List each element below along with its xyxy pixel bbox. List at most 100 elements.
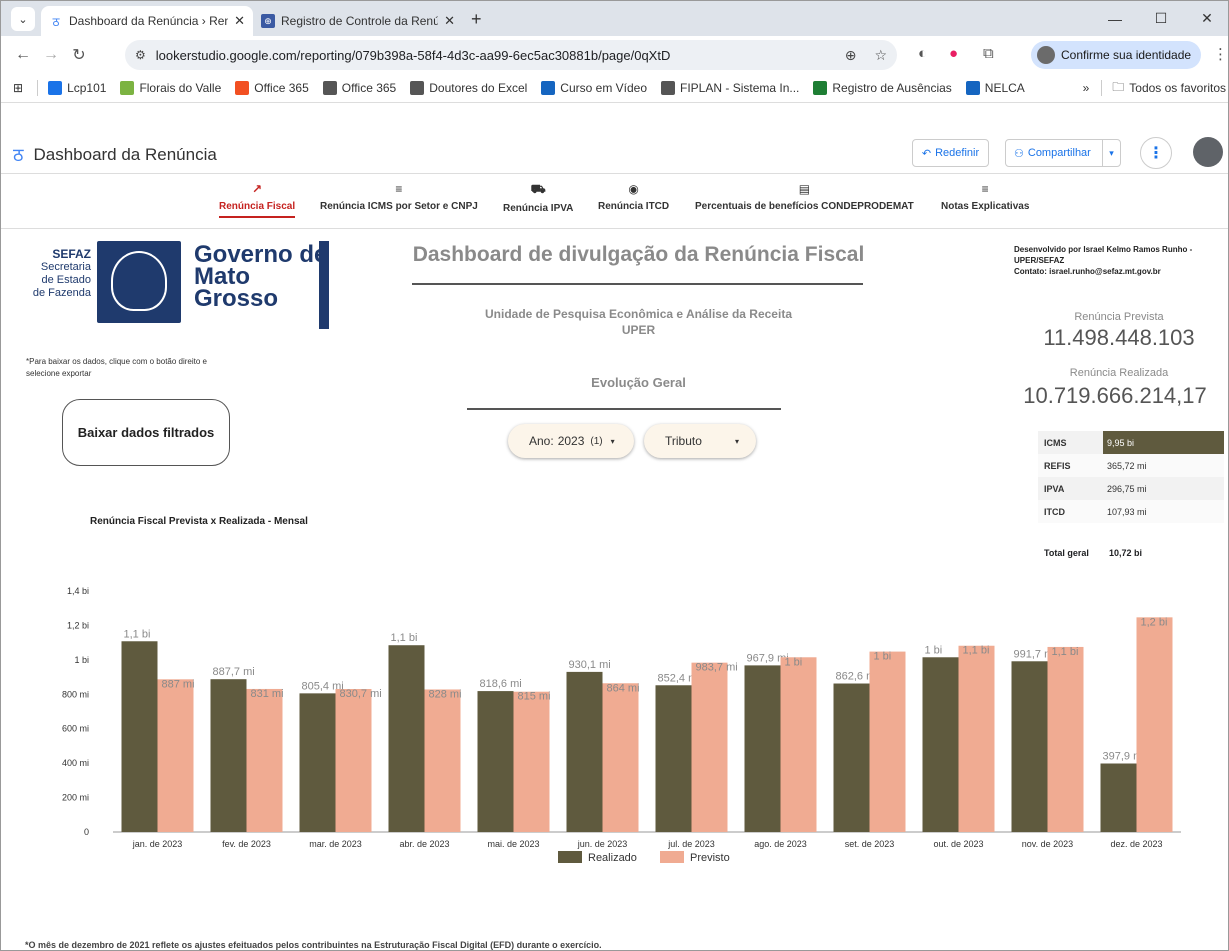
bookmark-icon bbox=[235, 81, 250, 95]
data-label: 887,7 mi bbox=[213, 666, 255, 678]
page-tab-0[interactable]: ↗ Renúncia Fiscal bbox=[219, 182, 296, 218]
zoom-icon[interactable]: ⊕ bbox=[845, 47, 857, 64]
site-info-icon[interactable]: ⚙ bbox=[135, 48, 146, 62]
data-label: 864 mi bbox=[607, 682, 640, 694]
extensions-puzzle-icon[interactable]: ⧉ bbox=[983, 45, 994, 62]
bookmarks-more[interactable]: » bbox=[1083, 81, 1090, 95]
browser-tab-registro[interactable]: ⊕ Registro de Controle da Renúnc ✕ bbox=[253, 6, 463, 36]
data-label: 1,1 bi bbox=[124, 628, 151, 640]
sefaz-line: de Estado bbox=[41, 274, 91, 286]
new-tab-button[interactable]: + bbox=[471, 9, 482, 30]
bookmark-icon bbox=[813, 81, 828, 95]
kpi-realizada-label: Renúncia Realizada bbox=[1069, 367, 1169, 379]
profile-avatar bbox=[1037, 46, 1055, 64]
browser-menu-icon[interactable]: ⋮ bbox=[1213, 45, 1228, 63]
chart-title: Renúncia Fiscal Prevista x Realizada - M… bbox=[90, 516, 308, 527]
tab-search-button[interactable]: ⌄ bbox=[11, 7, 35, 31]
extension-pink-icon[interactable]: ● bbox=[949, 45, 958, 62]
bookmark-item[interactable]: Registro de Ausências bbox=[813, 81, 952, 95]
share-dropdown-icon[interactable]: ▾ bbox=[1102, 140, 1120, 166]
back-arrow-icon[interactable]: ← bbox=[9, 46, 37, 64]
reload-icon[interactable]: ↻ bbox=[65, 45, 93, 65]
page-tab-4[interactable]: ▤ Percentuais de benefícios CONDEPRODEMAT bbox=[695, 182, 914, 212]
all-favorites[interactable]: Todos os favoritos bbox=[1129, 81, 1226, 95]
page-tab-1[interactable]: ≡ Renúncia ICMS por Setor e CNPJ bbox=[320, 182, 478, 212]
close-window-icon[interactable]: ✕ bbox=[1184, 10, 1228, 27]
x-tick-label: mar. de 2023 bbox=[309, 839, 362, 849]
bar-previsto bbox=[869, 651, 906, 832]
bookmark-item[interactable]: NELCA bbox=[965, 81, 1025, 95]
sefaz-logo-text: SEFAZ Secretaria de Estado de Fazenda bbox=[1, 248, 91, 300]
maximize-icon[interactable]: ☐ bbox=[1138, 10, 1184, 27]
developer-credit: Desenvolvido por Israel Kelmo Ramos Runh… bbox=[1014, 244, 1226, 277]
identity-button[interactable]: Confirme sua identidade bbox=[1031, 41, 1201, 69]
sefaz-line: de Fazenda bbox=[32, 287, 91, 299]
developer-line: Desenvolvido por Israel Kelmo Ramos Runh… bbox=[1014, 245, 1193, 265]
report-title: ठ Dashboard da Renúncia bbox=[13, 143, 217, 167]
apps-grid-icon[interactable]: ⊞ bbox=[13, 81, 23, 95]
minimize-icon[interactable]: — bbox=[1092, 11, 1138, 27]
download-data-button[interactable]: Baixar dados filtrados bbox=[62, 399, 230, 466]
bookmark-label: Doutores do Excel bbox=[429, 81, 528, 95]
bar-realizado bbox=[210, 679, 247, 832]
page-tab-3[interactable]: ◉ Renúncia ITCD bbox=[598, 182, 669, 212]
browser-tab-dashboard[interactable]: ठ Dashboard da Renúncia › Renún ✕ bbox=[41, 6, 253, 36]
bookmark-item[interactable]: Curso em Vídeo bbox=[541, 81, 647, 95]
bookmark-label: Office 365 bbox=[341, 81, 397, 95]
tax-table: ICMS 9,95 bi REFIS 365,72 mi IPVA 296,75 mi IT… bbox=[1038, 431, 1224, 523]
bar-realizado bbox=[922, 657, 959, 832]
bookmark-label: Curso em Vídeo bbox=[560, 81, 648, 95]
bar-realizado bbox=[1100, 763, 1137, 832]
bar-previsto bbox=[1136, 617, 1173, 832]
bookmark-item[interactable]: Florais do Valle bbox=[120, 81, 221, 95]
y-tick-label: 0 bbox=[84, 827, 89, 837]
account-avatar[interactable] bbox=[1193, 137, 1223, 167]
bookmark-star-icon[interactable]: ☆ bbox=[874, 47, 887, 64]
forward-arrow-icon[interactable]: → bbox=[37, 46, 65, 64]
caret-down-icon: ▾ bbox=[610, 436, 615, 446]
window-controls: — ☐ ✕ bbox=[1092, 1, 1228, 36]
close-tab-icon[interactable]: ✕ bbox=[444, 13, 455, 29]
kpi-prevista-value: 11.498.448.103 bbox=[1043, 325, 1195, 350]
looker-favicon-icon: ठ bbox=[52, 14, 60, 29]
data-label: 828 mi bbox=[429, 688, 462, 700]
data-label: 831 mi bbox=[251, 688, 284, 700]
bar-previsto bbox=[513, 691, 550, 832]
data-label: 1,2 bi bbox=[1141, 616, 1168, 628]
x-tick-label: ago. de 2023 bbox=[754, 839, 807, 849]
year-filter-value: 2023 bbox=[557, 434, 585, 448]
bar-previsto bbox=[1047, 646, 1084, 832]
truck-icon: ⛟ bbox=[530, 182, 546, 196]
data-label: 1 bi bbox=[925, 644, 943, 656]
page-tab-label: Renúncia ICMS por Setor e CNPJ bbox=[320, 201, 478, 212]
bar-realizado bbox=[566, 671, 603, 832]
bookmark-icon bbox=[322, 81, 337, 95]
close-tab-icon[interactable]: ✕ bbox=[234, 13, 245, 29]
bar-previsto bbox=[780, 657, 817, 832]
bar-realizado bbox=[121, 641, 158, 832]
bookmark-item[interactable]: Office 365 bbox=[322, 81, 397, 95]
page-tab-5[interactable]: ≡ Notas Explicativas bbox=[941, 182, 1029, 212]
report-canvas: SEFAZ Secretaria de Estado de Fazenda Go… bbox=[1, 229, 1228, 950]
tax-filter-control[interactable]: Tributo ▾ bbox=[644, 424, 756, 458]
share-button[interactable]: ⚇ Compartilhar ▾ bbox=[1005, 139, 1121, 167]
address-bar[interactable]: ⚙ lookerstudio.google.com/reporting/079b… bbox=[125, 40, 897, 70]
reset-button[interactable]: ↶ Redefinir bbox=[912, 139, 989, 167]
bookmark-item[interactable]: Doutores do Excel bbox=[410, 81, 527, 95]
bookmark-label: NELCA bbox=[984, 81, 1025, 95]
bookmark-item[interactable]: Lcp101 bbox=[48, 81, 106, 95]
more-options-icon[interactable]: ⋮ bbox=[1140, 137, 1172, 169]
y-tick-label: 600 mi bbox=[62, 724, 89, 734]
bookmark-item[interactable]: FIPLAN - Sistema In... bbox=[661, 81, 799, 95]
bookmarks-bar: ⊞ Lcp101 Florais do Valle Office 365 Office… bbox=[1, 74, 1228, 103]
bar-previsto bbox=[157, 679, 194, 832]
page-tab-2[interactable]: ⛟ Renúncia IPVA bbox=[503, 182, 573, 214]
year-filter-control[interactable]: Ano: 2023 (1) ▾ bbox=[508, 424, 634, 458]
x-tick-label: fev. de 2023 bbox=[222, 839, 271, 849]
tax-name: IPVA bbox=[1044, 483, 1065, 494]
section-title: Evolução Geral bbox=[591, 375, 686, 390]
circle-icon: ◉ bbox=[628, 182, 639, 196]
extension-icon[interactable]: ◐ bbox=[918, 45, 927, 62]
bookmark-item[interactable]: Office 365 bbox=[235, 81, 309, 95]
legend-label: Previsto bbox=[690, 852, 730, 864]
